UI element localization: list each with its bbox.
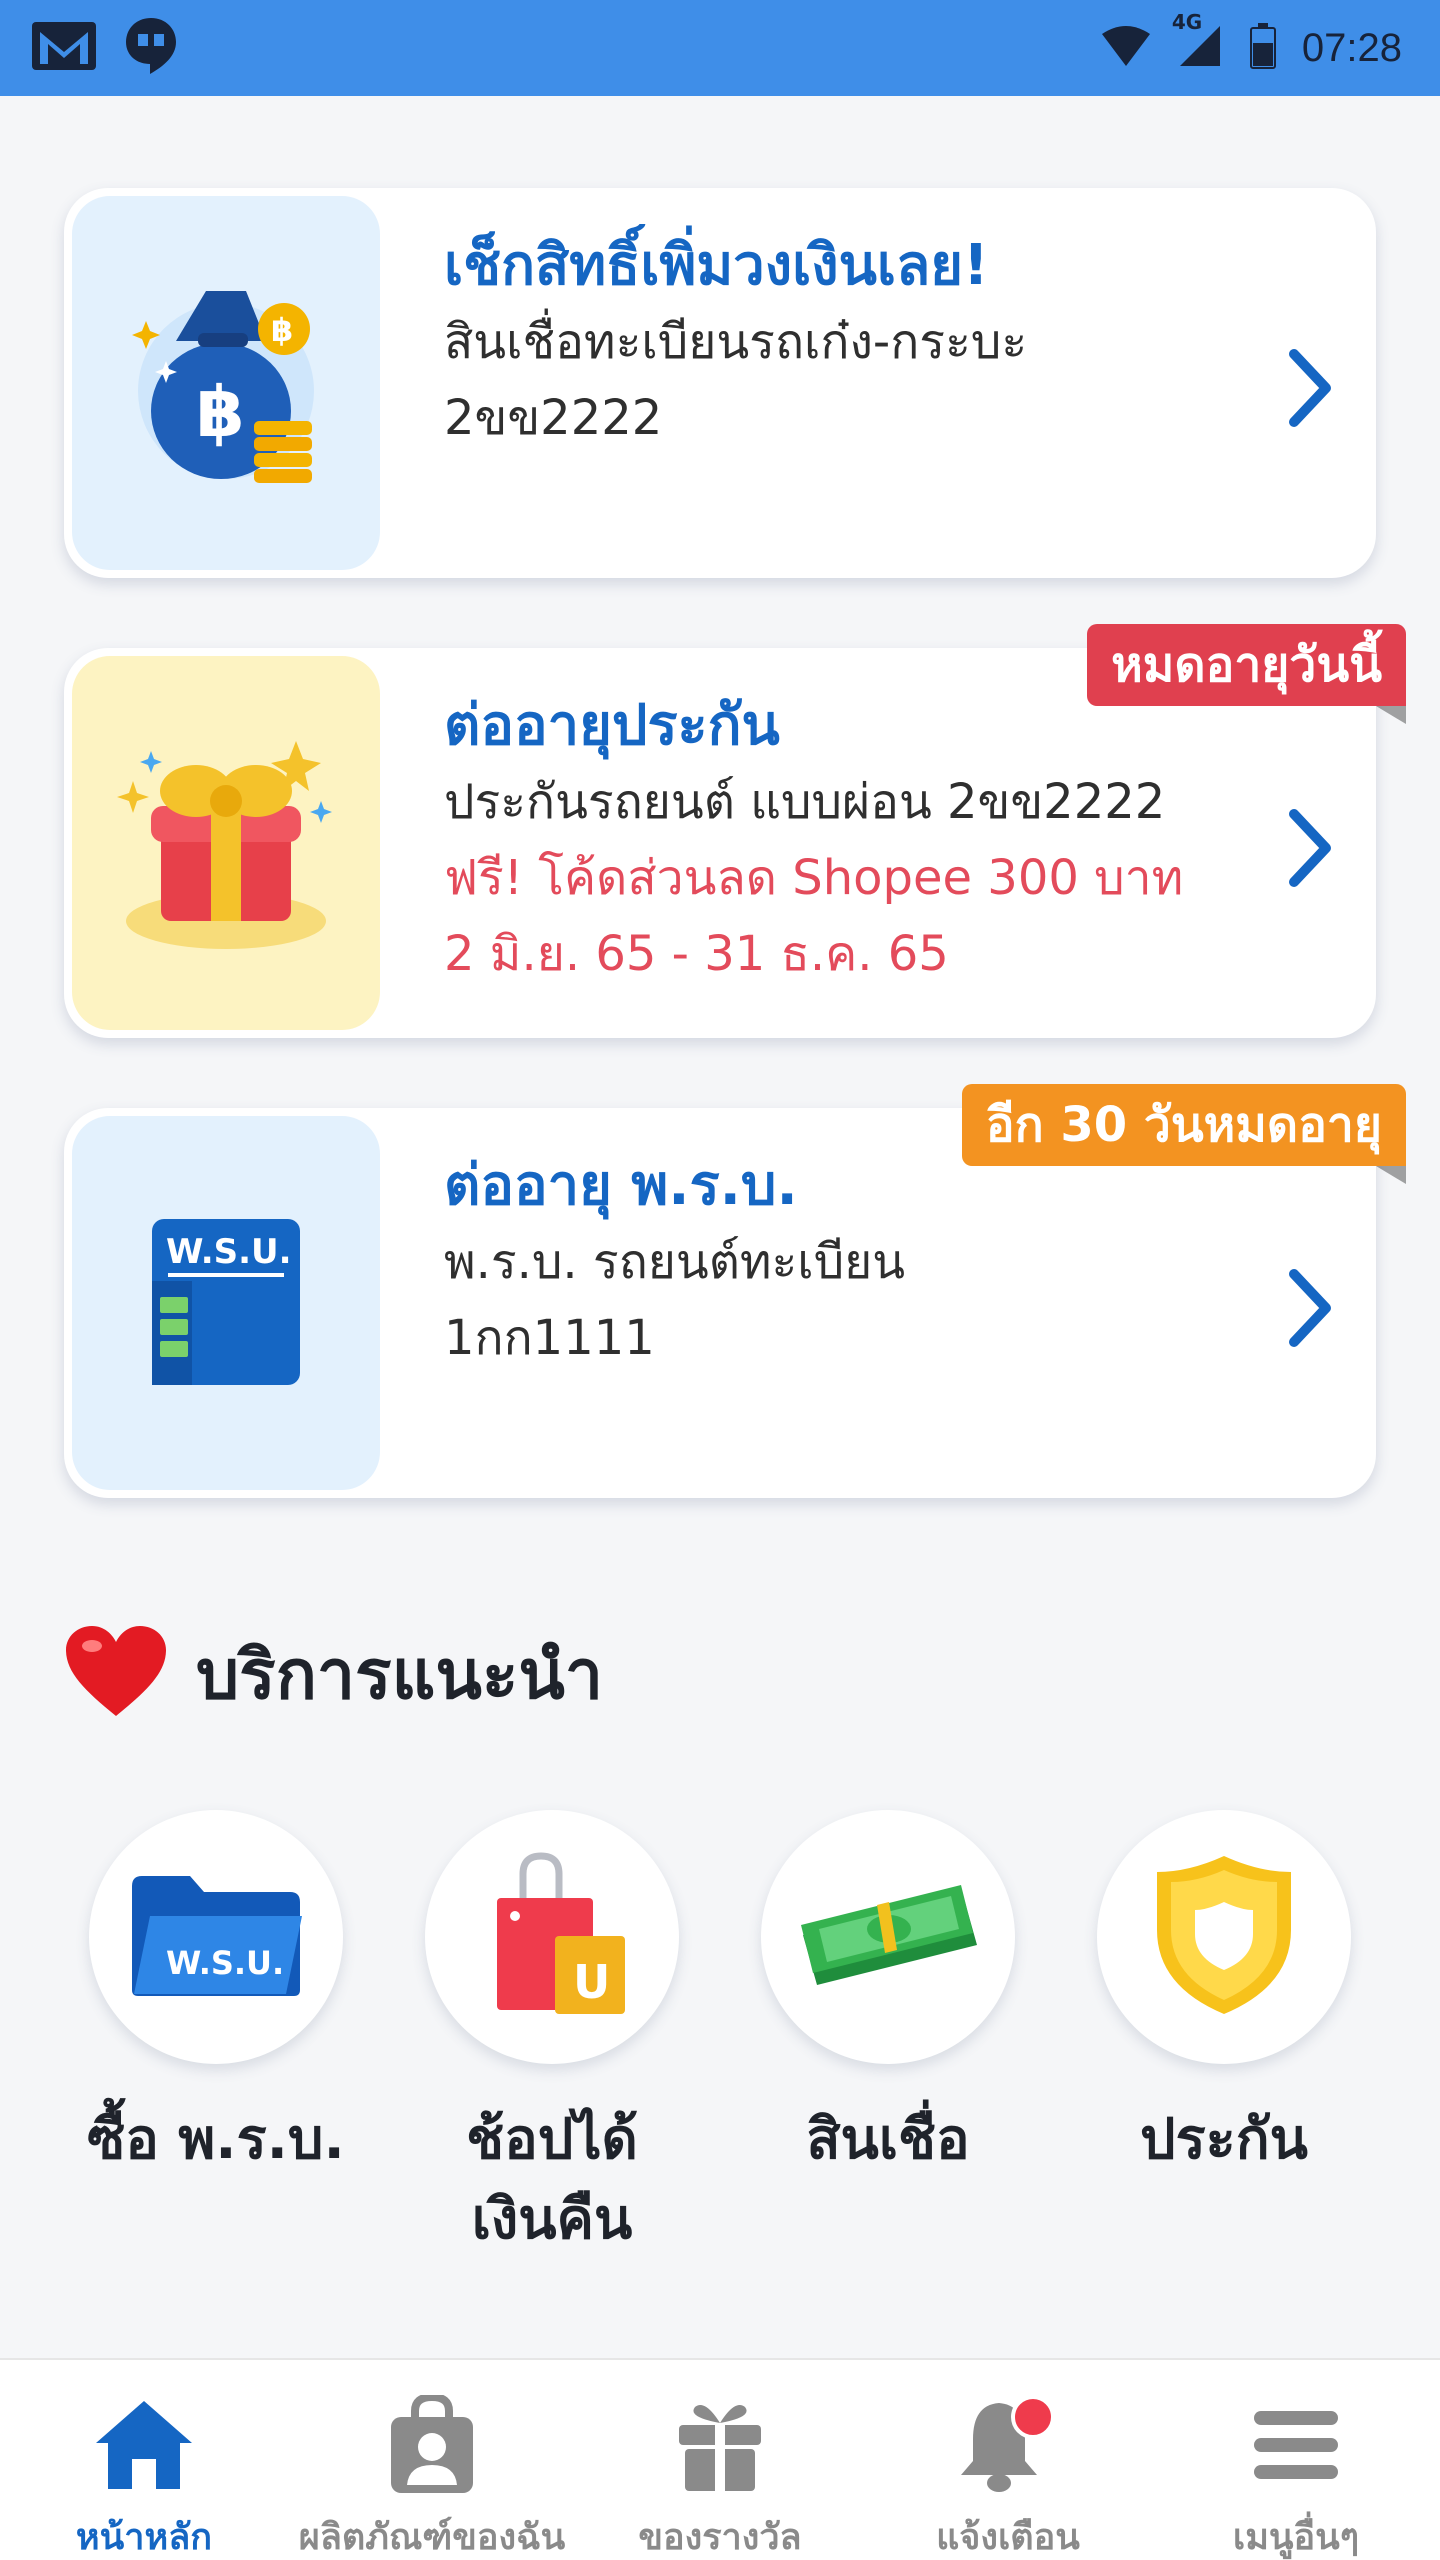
nav-label: แจ้งเตือน [936,2517,1080,2558]
my-products-icon [391,2395,473,2493]
card-compulsory-insurance[interactable]: W.S.U. ต่ออายุ พ.ร.บ. พ.ร.บ. รถยนต์ทะเบี… [64,1084,1407,1498]
card-thumb: W.S.U. [72,1116,380,1490]
card-thumb [72,656,380,1030]
service-label: สินเชื่อ [806,2107,970,2172]
service-shop-cashback[interactable]: U ช้อปได้ เงินคืน [422,1810,682,2260]
hangouts-icon [124,16,178,80]
nav-label: ของรางวัล [638,2517,802,2558]
signal-icon: 4G [1172,10,1224,72]
svg-text:W.S.U.: W.S.U. [166,1232,292,1272]
bottom-navigation: หน้าหลัก ผลิตภัณฑ์ของฉัน ของรางวัล แจ้งเ… [0,2358,1440,2560]
promo-period: 2 มิ.ย. 65 - 31 ธ.ค. 65 [444,926,949,982]
shield-icon [1149,1850,1299,2024]
nav-home[interactable]: หน้าหลัก [0,2390,288,2560]
network-type: 4G [1171,10,1203,34]
service-label-line-1: ช้อปได้ [466,2107,638,2172]
nav-my-products[interactable]: ผลิตภัณฑ์ของฉัน [288,2390,576,2560]
card-title: เช็กสิทธิ์เพิ่มวงเงินเลย! [444,233,989,298]
nav-notifications[interactable]: แจ้งเตือน [864,2390,1152,2560]
service-insurance[interactable]: ประกัน [1094,1810,1354,2180]
wsu-document-icon: W.S.U. [146,1211,306,1395]
shopping-bag-icon: U [467,1850,637,2024]
expiry-badge: อีก 30 วันหมดอายุ [961,1084,1407,1184]
nav-label: เมนูอื่นๆ [1232,2517,1360,2558]
nav-label: หน้าหลัก [75,2517,213,2558]
service-label-line-2: เงินคืน [471,2187,633,2252]
nav-label: ผลิตภัณฑ์ของฉัน [298,2517,566,2558]
home-icon [96,2401,192,2489]
card-subtitle: ประกันรถยนต์ แบบผ่อน 2ขข2222 [444,774,1166,830]
service-label: ซื้อ พ.ร.บ. [87,2107,345,2172]
card-loan-limit[interactable]: ฿ ฿ เช็กสิทธิ์เพิ่มวงเงินเลย! สินเชื่อทะ… [64,188,1376,578]
nav-rewards[interactable]: ของรางวัล [576,2390,864,2560]
app-screen: 4G 07:28 ฿ ฿ เช็กสิทธิ์เพิ่มวงเงินเลย! ส… [0,0,1440,2560]
service-circle[interactable]: U [425,1810,679,2064]
service-label: ประกัน [1140,2107,1308,2172]
heart-icon [64,1624,168,1724]
service-circle[interactable] [1097,1810,1351,2064]
chevron-right-icon[interactable] [1280,348,1340,428]
nav-more-menu[interactable]: เมนูอื่นๆ [1152,2390,1440,2560]
gift-icon [111,721,341,965]
gmail-icon [30,20,98,76]
service-buy-compulsory[interactable]: W.S.U. ซื้อ พ.ร.บ. [86,1810,346,2180]
money-bag-icon: ฿ ฿ [116,271,336,495]
battery-icon [1249,23,1276,73]
promo-text: ฟรี! โค้ดส่วนลด Shopee 300 บาท [444,850,1184,906]
expiry-badge: หมดอายุวันนี้ [1087,624,1406,724]
card-thumb: ฿ ฿ [72,196,380,570]
section-title: บริการแนะนำ [196,1636,604,1715]
card-insurance-renewal[interactable]: ต่ออายุประกัน ประกันรถยนต์ แบบผ่อน 2ขข22… [64,624,1406,1038]
status-time: 07:28 [1301,25,1402,70]
card-plate: 2ขข2222 [444,390,663,446]
wifi-icon [1101,26,1150,70]
bell-icon [961,2395,1055,2492]
service-circle[interactable] [761,1810,1015,2064]
wsu-folder-icon: W.S.U. [126,1870,306,2004]
chevron-right-icon[interactable] [1280,808,1340,888]
chevron-right-icon[interactable] [1280,1268,1340,1348]
svg-text:U: U [573,1955,610,2009]
menu-icon [1254,2411,1338,2479]
card-plate: 1กก1111 [444,1310,655,1366]
status-bar: 4G 07:28 [0,0,1440,96]
svg-text:W.S.U.: W.S.U. [166,1944,284,1982]
card-subtitle: สินเชื่อทะเบียนรถเก๋ง-กระบะ [444,314,1028,370]
service-circle[interactable]: W.S.U. [89,1810,343,2064]
service-loan[interactable]: สินเชื่อ [758,1810,1018,2180]
gift-box-icon [679,2405,761,2491]
svg-text:฿: ฿ [271,311,293,349]
svg-text:฿: ฿ [196,371,245,453]
card-subtitle: พ.ร.บ. รถยนต์ทะเบียน [444,1234,906,1290]
section-recommended: บริการแนะนำ [64,1620,603,1728]
cash-stack-icon [793,1875,983,1999]
